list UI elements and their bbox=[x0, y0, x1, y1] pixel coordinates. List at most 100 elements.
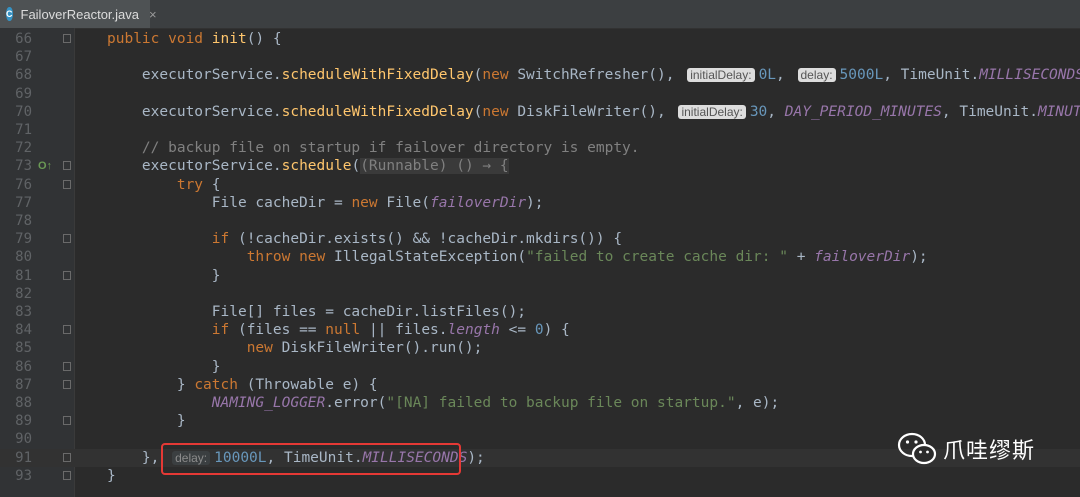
code-line[interactable]: 68 executorService.scheduleWithFixedDela… bbox=[0, 66, 1080, 84]
code-line[interactable]: 71 bbox=[0, 121, 1080, 139]
wechat-icon bbox=[897, 432, 937, 465]
code-token: + bbox=[787, 249, 815, 266]
code-token: // backup file on startup if failover di… bbox=[107, 140, 640, 157]
code-text: throw new IllegalStateException("failed … bbox=[107, 248, 928, 266]
line-number: 83 bbox=[15, 304, 32, 320]
code-line[interactable]: 82 bbox=[0, 285, 1080, 303]
code-token: MILLISECONDS bbox=[979, 67, 1080, 84]
code-line[interactable]: 69 bbox=[0, 85, 1080, 103]
code-token: throw new bbox=[246, 249, 334, 266]
fold-marker-icon[interactable] bbox=[63, 379, 71, 389]
code-text: // backup file on startup if failover di… bbox=[107, 139, 640, 157]
fold-marker-icon[interactable] bbox=[63, 270, 71, 280]
code-token: length bbox=[447, 322, 509, 339]
fold-marker-icon[interactable] bbox=[63, 161, 71, 171]
code-text: } bbox=[107, 467, 116, 485]
code-token: new bbox=[351, 194, 387, 211]
code-line[interactable]: 88 NAMING_LOGGER.error("[NA] failed to b… bbox=[0, 394, 1080, 412]
fold-marker-icon[interactable] bbox=[63, 416, 71, 426]
editor-tab-bar: C FailoverReactor.java × bbox=[0, 0, 1080, 29]
code-line[interactable]: 84 if (files == null || files.length <= … bbox=[0, 321, 1080, 339]
code-token: (files == bbox=[237, 322, 326, 339]
code-line[interactable]: 81 } bbox=[0, 267, 1080, 285]
line-number: 79 bbox=[15, 231, 32, 248]
code-text: } bbox=[107, 412, 186, 430]
code-line[interactable]: 73 O↑ executorService.schedule((Runnable)… bbox=[0, 157, 1080, 175]
line-number: 69 bbox=[15, 85, 32, 102]
watermark-text: 爪哇缪斯 bbox=[943, 439, 1036, 464]
code-line[interactable]: 67 bbox=[0, 48, 1080, 66]
code-token: , e); bbox=[735, 395, 780, 411]
fold-marker-icon[interactable] bbox=[63, 34, 71, 43]
code-token: File[] files = cacheDir.listFiles(); bbox=[107, 304, 527, 320]
code-text: try { bbox=[107, 176, 221, 194]
fold-marker-icon[interactable] bbox=[63, 179, 71, 189]
line-number: 71 bbox=[15, 122, 32, 138]
line-number: 80 bbox=[15, 249, 32, 266]
close-tab-icon[interactable]: × bbox=[149, 7, 157, 22]
fold-marker-icon[interactable] bbox=[63, 452, 71, 462]
code-token: (!cacheDir.exists() && !cacheDir.mkdirs(… bbox=[237, 231, 623, 248]
code-line[interactable]: 66 public void init() { bbox=[0, 30, 1080, 48]
code-text: } catch (Throwable e) { bbox=[107, 376, 378, 394]
parameter-hint: initialDelay: bbox=[678, 104, 746, 119]
line-number: 73 bbox=[15, 158, 32, 175]
code-token: new bbox=[482, 103, 518, 120]
code-line[interactable]: 79 if (!cacheDir.exists() && !cacheDir.m… bbox=[0, 230, 1080, 248]
code-editor[interactable]: 66 public void init() {67 68 executorServi… bbox=[0, 28, 1080, 497]
code-line[interactable]: 85 new DiskFileWriter().run(); bbox=[0, 339, 1080, 357]
code-line[interactable]: 83 File[] files = cacheDir.listFiles(); bbox=[0, 303, 1080, 321]
code-token: if bbox=[211, 322, 238, 339]
code-token: "[NA] failed to backup file on startup." bbox=[386, 395, 736, 411]
code-line[interactable]: 89 } bbox=[0, 412, 1080, 430]
implements-method-icon[interactable]: O↑ bbox=[38, 157, 52, 175]
line-number: 91 bbox=[15, 449, 32, 466]
line-number: 72 bbox=[15, 140, 32, 157]
code-token: () { bbox=[246, 31, 282, 47]
code-token: NAMING_LOGGER bbox=[211, 395, 326, 411]
code-token: executorService. bbox=[107, 67, 282, 84]
code-token: ( bbox=[351, 158, 361, 175]
code-token: public void bbox=[107, 31, 212, 47]
fold-marker-icon[interactable] bbox=[63, 470, 71, 480]
java-class-icon: C bbox=[6, 7, 13, 21]
code-token: { bbox=[211, 176, 221, 193]
code-token: "failed to create cache dir: " bbox=[526, 249, 788, 266]
line-number: 67 bbox=[15, 49, 32, 66]
code-line[interactable]: 86 } bbox=[0, 358, 1080, 376]
code-token: DiskFileWriter(), bbox=[517, 103, 675, 120]
code-text: File cacheDir = new File(failoverDir); bbox=[107, 194, 544, 212]
code-line[interactable]: 80 throw new IllegalStateException("fail… bbox=[0, 248, 1080, 266]
code-line[interactable]: 76 try { bbox=[0, 176, 1080, 194]
fold-marker-icon[interactable] bbox=[63, 361, 71, 371]
code-line[interactable]: 87 } catch (Throwable e) { bbox=[0, 376, 1080, 394]
code-text: executorService.scheduleWithFixedDelay(n… bbox=[107, 66, 1080, 84]
code-token: (Runnable) () → { bbox=[360, 158, 509, 175]
code-line[interactable]: 78 bbox=[0, 212, 1080, 230]
line-number: 89 bbox=[15, 413, 32, 430]
code-text: } bbox=[107, 358, 221, 376]
code-token: 0 bbox=[534, 322, 544, 339]
line-number: 77 bbox=[15, 194, 32, 211]
code-text: executorService.schedule((Runnable) () →… bbox=[107, 157, 509, 175]
code-line[interactable]: 70 executorService.scheduleWithFixedDela… bbox=[0, 103, 1080, 121]
code-line[interactable]: 72 // backup file on startup if failover… bbox=[0, 139, 1080, 157]
tab-failover-reactor[interactable]: C FailoverReactor.java × bbox=[0, 0, 157, 28]
fold-marker-icon[interactable] bbox=[63, 325, 71, 335]
code-token: DAY_PERIOD_MINUTES bbox=[784, 103, 942, 120]
code-token: , TimeUnit. bbox=[883, 67, 980, 84]
code-token: scheduleWithFixedDelay bbox=[281, 67, 474, 84]
code-token: File( bbox=[386, 194, 431, 211]
parameter-hint: delay: bbox=[797, 68, 836, 83]
code-token: null bbox=[325, 322, 369, 339]
code-token: 5000L bbox=[839, 67, 884, 84]
fold-marker-icon[interactable] bbox=[63, 234, 71, 244]
code-token: new bbox=[482, 67, 518, 84]
code-line[interactable]: 77 File cacheDir = new File(failoverDir)… bbox=[0, 194, 1080, 212]
code-token: ); bbox=[467, 449, 485, 466]
code-token: DiskFileWriter().run(); bbox=[281, 340, 483, 357]
code-token: MINUTES bbox=[1037, 103, 1080, 120]
